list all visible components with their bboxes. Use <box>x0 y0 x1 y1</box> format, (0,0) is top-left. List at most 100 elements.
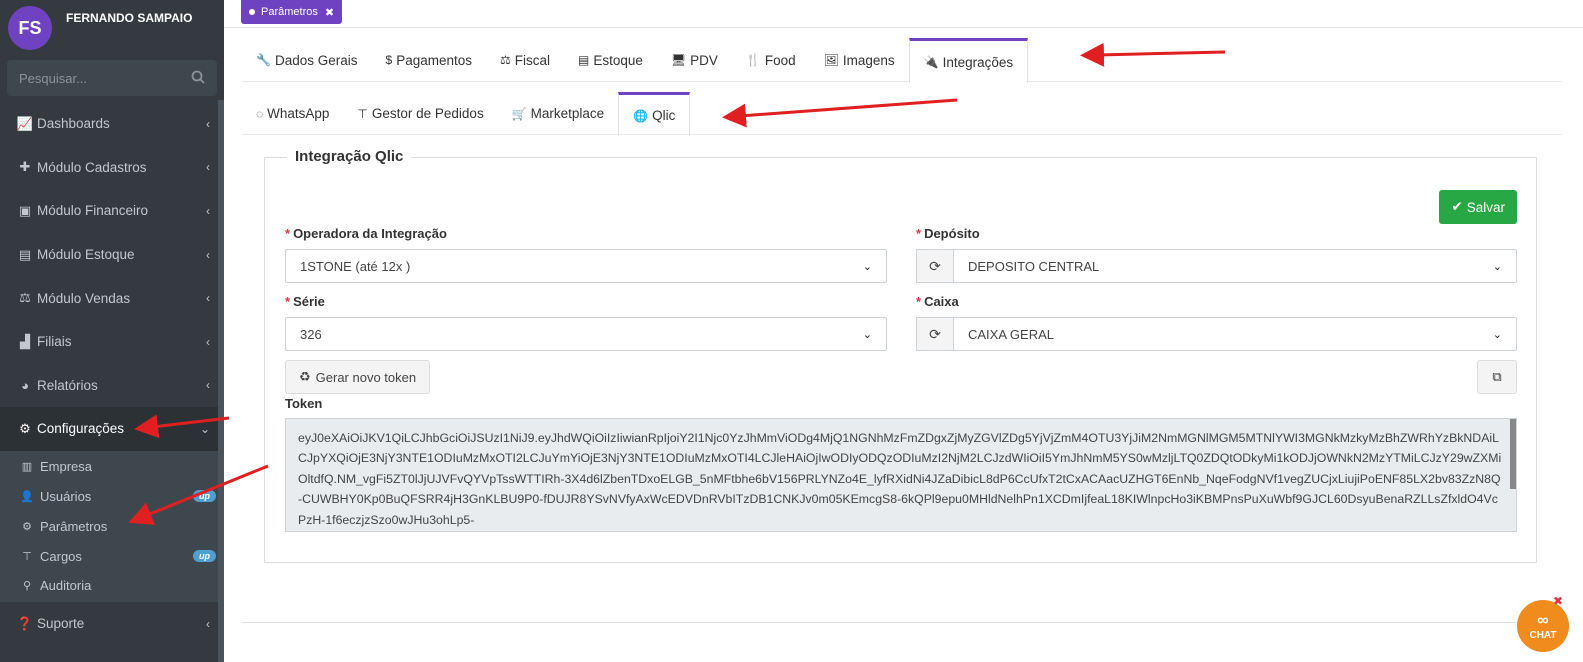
generate-token-button[interactable]: ♻ Gerar novo token <box>285 360 431 394</box>
dollar-icon: $ <box>385 53 393 67</box>
refresh-caixa-button[interactable]: ⟳ <box>916 317 954 351</box>
token-textarea[interactable]: eyJ0eXAiOiJKV1QiLCJhbGciOiJSUzI1NiJ9.eyJ… <box>285 418 1517 532</box>
balance-icon: ⚖ <box>19 290 31 306</box>
deposito-label: * Depósito <box>916 226 980 241</box>
token-scrollbar[interactable] <box>1510 419 1516 489</box>
copy-token-button[interactable]: ⧉ <box>1477 360 1517 394</box>
sidebar-item-label: Filiais <box>37 334 72 350</box>
footer-divider <box>242 622 1562 623</box>
caixa-label: * Caixa <box>916 294 959 309</box>
search-input[interactable]: Pesquisar... <box>7 60 217 96</box>
tab-dados-gerais[interactable]: 🔧 Dados Gerais <box>242 38 372 82</box>
sidebar-item-label: Usuários <box>40 488 92 504</box>
sidebar-item-label: Módulo Cadastros <box>37 159 147 175</box>
tab-label: Imagens <box>842 52 895 68</box>
archive-icon: ⚲ <box>22 580 32 593</box>
sidebar-item-label: Relatórios <box>37 377 98 393</box>
sidebar-item-financeiro[interactable]: ▣ Módulo Financeiro ‹ <box>0 189 224 233</box>
sidebar-item-estoque[interactable]: ▤ Módulo Estoque ‹ <box>0 233 224 277</box>
tab-label: WhatsApp <box>267 106 330 121</box>
sidebar-item-label: Dashboards <box>37 116 110 132</box>
sidebar-item-usuarios[interactable]: 👤 Usuários up <box>0 482 224 512</box>
close-icon[interactable]: ✖ <box>1553 594 1563 608</box>
tab-label: Estoque <box>593 52 643 68</box>
tab-integracoes[interactable]: 🔌 Integrações <box>908 38 1029 83</box>
cart-icon: 🛒 <box>511 106 527 121</box>
wrench-icon: 🔧 <box>256 53 271 67</box>
open-tab-parametros[interactable]: Parâmetros ✖ <box>241 0 343 24</box>
tab-strip: Parâmetros ✖ <box>224 0 1583 28</box>
sidebar-item-suporte[interactable]: ❓ Suporte ‹ <box>0 602 224 646</box>
sitemap-icon: ⊤ <box>357 106 368 121</box>
tab-imagens[interactable]: 🖼 Imagens <box>810 38 909 82</box>
tab-estoque[interactable]: ▤ Estoque <box>564 38 657 82</box>
serie-value: 326 <box>300 326 322 342</box>
sidebar-item-cadastros[interactable]: ✚ Módulo Cadastros ‹ <box>0 146 224 190</box>
search-icon[interactable] <box>191 70 205 87</box>
sidebar: FS FERNANDO SAMPAIO Pesquisar... 📈 Dashb… <box>0 0 224 662</box>
sidebar-item-label: Empresa <box>40 459 93 475</box>
chat-label: CHAT <box>1529 629 1557 641</box>
tab-whatsapp[interactable]: ◌ WhatsApp <box>242 92 343 135</box>
archive-icon: ▤ <box>578 53 590 67</box>
sidebar-item-auditoria[interactable]: ⚲ Auditoria <box>0 571 224 601</box>
chevron-left-icon: ‹ <box>206 247 210 262</box>
gear-icon: ⚙ <box>22 520 32 533</box>
operadora-select[interactable]: 1STONE (até 12x ) ⌄ <box>285 249 887 283</box>
sidebar-item-dashboards[interactable]: 📈 Dashboards ‹ <box>0 102 224 146</box>
plug-icon: 🔌 <box>923 55 939 69</box>
sitemap-icon: ⊤ <box>22 550 32 563</box>
tab-pdv[interactable]: 🖥 PDV <box>657 38 732 82</box>
main-tabs: 🔧 Dados Gerais $ Pagamentos ⚖ Fiscal ▤ Estoq… <box>242 38 1562 83</box>
open-tab-label: Parâmetros <box>261 6 318 18</box>
chevron-left-icon: ‹ <box>206 160 210 175</box>
tab-pagamentos[interactable]: $ Pagamentos <box>372 38 487 82</box>
tab-fiscal[interactable]: ⚖ Fiscal <box>486 38 564 82</box>
user-name[interactable]: FERNANDO SAMPAIO <box>66 11 192 25</box>
tab-label: Food <box>764 52 796 68</box>
pie-chart-icon: ◕ <box>21 377 29 393</box>
deposito-value: DEPOSITO CENTRAL <box>968 258 1100 274</box>
tab-label: Qlic <box>652 108 676 123</box>
money-icon: ▣ <box>18 202 32 218</box>
sidebar-item-vendas[interactable]: ⚖ Módulo Vendas ‹ <box>0 276 224 320</box>
close-icon[interactable]: ✖ <box>325 6 334 19</box>
deposito-select[interactable]: DEPOSITO CENTRAL ⌄ <box>953 249 1517 283</box>
sidebar-menu: 📈 Dashboards ‹ ✚ Módulo Cadastros ‹ ▣ Mó… <box>0 102 224 645</box>
check-icon: ✔ <box>1451 199 1463 214</box>
integration-fieldset: Integração Qlic ✔ Salvar * Operadora da I… <box>264 148 1537 563</box>
tab-food[interactable]: 🍴 Food <box>732 38 810 82</box>
chevron-left-icon: ‹ <box>206 116 210 131</box>
sidebar-item-label: Auditoria <box>40 578 92 594</box>
save-button[interactable]: ✔ Salvar <box>1439 190 1517 224</box>
caixa-select[interactable]: CAIXA GERAL ⌄ <box>953 317 1517 351</box>
sidebar-item-parametros[interactable]: ⚙ Parâmetros <box>0 511 224 541</box>
status-badge: up <box>193 490 216 503</box>
sidebar-item-filiais[interactable]: ▟ Filiais ‹ <box>0 320 224 364</box>
sidebar-item-relatorios[interactable]: ◕ Relatórios ‹ <box>0 364 224 408</box>
cutlery-icon: 🍴 <box>745 53 761 67</box>
desktop-icon: 🖥 <box>670 53 687 67</box>
save-button-label: Salvar <box>1466 199 1505 215</box>
operadora-value: 1STONE (até 12x ) <box>300 258 411 274</box>
tab-label: Dados Gerais <box>274 52 358 68</box>
refresh-icon: ⟳ <box>929 325 941 342</box>
avatar[interactable]: FS <box>8 6 52 50</box>
sidebar-item-cargos[interactable]: ⊤ Cargos up <box>0 541 224 571</box>
sidebar-item-label: Configurações <box>37 421 125 437</box>
tab-marketplace[interactable]: 🛒 Marketplace <box>498 92 619 135</box>
sidebar-item-label: Módulo Vendas <box>37 290 131 306</box>
generate-token-label: Gerar novo token <box>315 369 417 385</box>
copy-icon: ⧉ <box>1492 369 1502 384</box>
tab-qlic[interactable]: 🌐 Qlic <box>618 92 691 136</box>
refresh-deposito-button[interactable]: ⟳ <box>916 249 954 283</box>
industry-icon: ▟ <box>20 333 30 349</box>
user-panel[interactable]: FS FERNANDO SAMPAIO <box>0 0 224 52</box>
tab-gestor-de-pedidos[interactable]: ⊤ Gestor de Pedidos <box>343 92 497 135</box>
serie-select[interactable]: 326 ⌄ <box>285 317 887 351</box>
caixa-value: CAIXA GERAL <box>968 326 1054 342</box>
sidebar-item-configuracoes[interactable]: ⚙ Configurações ⌄ <box>0 407 224 451</box>
chat-icon: ∞ <box>1537 611 1549 629</box>
whatsapp-icon: ◌ <box>256 106 264 121</box>
sidebar-item-empresa[interactable]: ▥ Empresa <box>0 452 224 482</box>
